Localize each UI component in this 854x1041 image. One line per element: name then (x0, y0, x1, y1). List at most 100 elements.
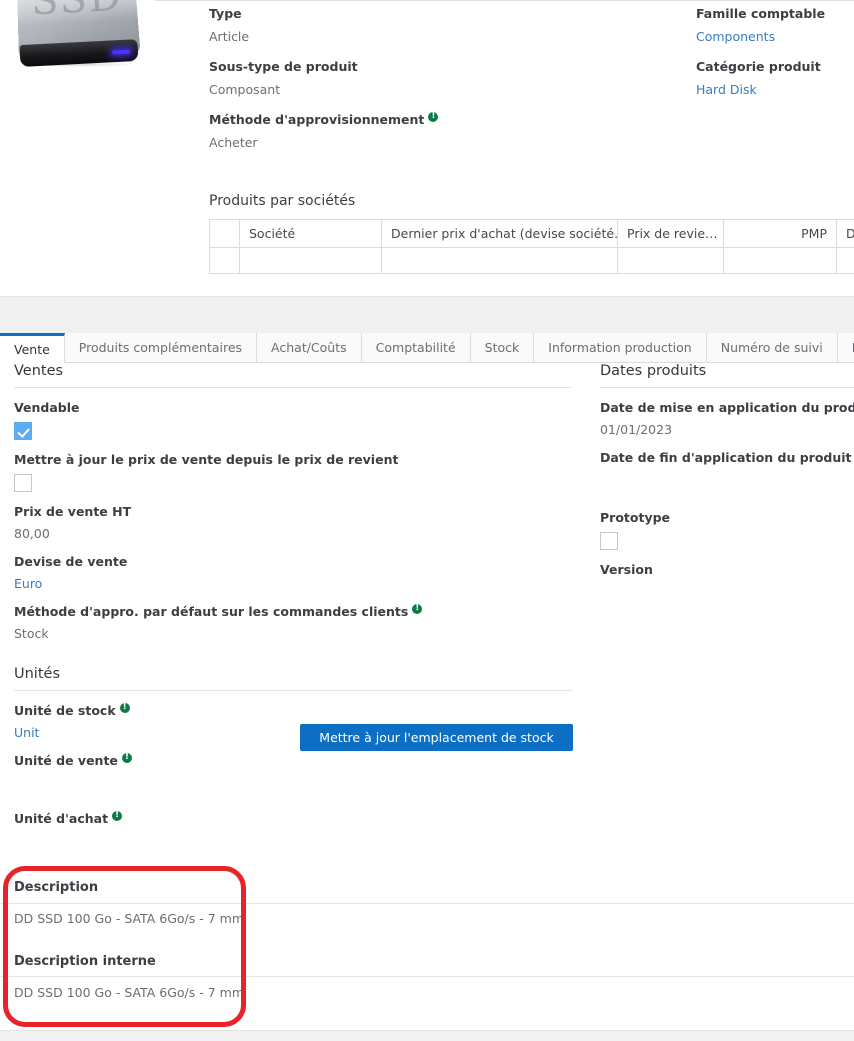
panel-column-left: Ventes Vendable Mettre à jour le prix de… (14, 363, 572, 851)
tab-produits-complementaires[interactable]: Produits complémentaires (64, 333, 258, 362)
tab-information-production[interactable]: Information production (534, 333, 707, 362)
field-start-date-value: 01/01/2023 (600, 422, 673, 437)
table-row[interactable] (209, 247, 854, 274)
vendable-checkbox[interactable] (14, 422, 32, 440)
tab-bar: Vente Produits complémentaires Achat/Coû… (0, 333, 854, 363)
tab-comptabilite[interactable]: Comptabilité (361, 333, 471, 362)
field-supply-method-value: Acheter (209, 135, 258, 150)
field-version-label: Version (600, 562, 653, 577)
info-icon[interactable] (428, 110, 439, 123)
info-icon[interactable] (412, 602, 423, 615)
tab-numero-de-suivi[interactable]: Numéro de suivi (706, 333, 838, 362)
field-supply-method-label: Méthode d'approvisionnement (209, 110, 669, 128)
companies-table: Société Dernier prix d'achat (devise soc… (209, 219, 854, 274)
description-divider (0, 903, 854, 904)
field-prototype: Prototype (600, 510, 854, 550)
table-cell (836, 247, 854, 274)
description-value[interactable]: DD SSD 100 Go - SATA 6Go/s - 7 mm (14, 911, 244, 926)
field-accounting-family-link[interactable]: Components (696, 29, 854, 45)
field-purchase-unit-label-text: Unité d'achat (14, 811, 109, 826)
footer-band (0, 1030, 854, 1041)
field-start-date-label: Date de mise en application du produit (600, 400, 854, 415)
field-sales-unit-label: Unité de vente (14, 751, 572, 769)
field-update-sale-price-label: Mettre à jour le prix de vente depuis le… (14, 452, 399, 467)
tab-achat-couts[interactable]: Achat/Coûts (257, 333, 362, 362)
section-title-unites: Unités (14, 666, 572, 691)
field-sale-price-label: Prix de vente HT (14, 504, 132, 519)
prototype-checkbox[interactable] (600, 532, 618, 550)
section-title-dates-produits: Dates produits (600, 363, 854, 388)
field-purchase-unit-label: Unité d'achat (14, 809, 572, 827)
field-default-supply-method-label: Méthode d'appro. par défaut sur les comm… (14, 602, 572, 620)
field-default-supply-method-label-text: Méthode d'appro. par défaut sur les comm… (14, 604, 409, 619)
field-type: Type Article (209, 6, 669, 45)
header-fields-primary: Type Article Sous-type de produit Compos… (209, 6, 669, 165)
update-stock-location-button[interactable]: Mettre à jour l'emplacement de stock (300, 724, 573, 751)
field-sale-price: Prix de vente HT 80,00 (14, 504, 572, 542)
update-sale-price-checkbox[interactable] (14, 474, 32, 492)
description-label: Description (14, 880, 99, 895)
field-end-date: Date de fin d'application du produit (600, 450, 854, 490)
table-cell (617, 247, 724, 274)
header-fields-secondary: Famille comptable Components Catégorie p… (696, 6, 854, 112)
info-icon[interactable] (112, 809, 123, 822)
companies-table-block: Produits par sociétés Société Dernier pr… (209, 193, 854, 274)
field-sale-currency-label: Devise de vente (14, 554, 128, 569)
top-divider (155, 0, 854, 1)
field-start-date: Date de mise en application du produit 0… (600, 400, 854, 438)
table-cell (381, 247, 618, 274)
table-col-societe[interactable]: Société (239, 219, 382, 248)
table-col-pmp[interactable]: PMP (723, 219, 837, 248)
product-form-page: SSD Type Article Sous-type de produit Co… (0, 0, 854, 1041)
internal-description-divider (0, 976, 854, 977)
table-col-dernier-prix-achat[interactable]: Dernier prix d'achat (devise société… (381, 219, 618, 248)
table-col-select[interactable] (209, 219, 240, 248)
info-icon[interactable] (119, 701, 130, 714)
table-cell (209, 247, 240, 274)
field-prototype-label: Prototype (600, 510, 671, 525)
field-default-supply-method-value: Stock (14, 626, 49, 641)
field-supply-method: Méthode d'approvisionnement Acheter (209, 110, 669, 151)
internal-description-label: Description interne (14, 954, 156, 969)
field-stock-unit-label: Unité de stock (14, 701, 572, 719)
field-purchase-unit-value (14, 833, 572, 851)
field-accounting-family: Famille comptable Components (696, 6, 854, 45)
tab-liens[interactable]: Liens (837, 333, 854, 362)
field-product-category: Catégorie produit Hard Disk (696, 59, 854, 98)
field-product-subtype: Sous-type de produit Composant (209, 59, 669, 98)
tab-stock[interactable]: Stock (470, 333, 535, 362)
table-cell (239, 247, 382, 274)
field-sale-currency: Devise de vente Euro (14, 554, 572, 592)
field-type-value: Article (209, 29, 250, 44)
ssd-image-label: SSD (17, 0, 138, 25)
field-end-date-value (600, 472, 854, 490)
field-sale-currency-link[interactable]: Euro (14, 576, 572, 592)
field-end-date-label: Date de fin d'application du produit (600, 450, 852, 465)
field-version-value (600, 584, 854, 602)
info-icon[interactable] (121, 751, 132, 764)
table-col-devise[interactable]: Dev (836, 219, 854, 248)
field-sales-unit: Unité de vente (14, 751, 572, 793)
table-col-prix-revient[interactable]: Prix de revie… (617, 219, 724, 248)
field-purchase-unit: Unité d'achat (14, 809, 572, 851)
field-default-supply-method: Méthode d'appro. par défaut sur les comm… (14, 602, 572, 642)
field-sales-unit-value (14, 775, 572, 793)
tab-vente[interactable]: Vente (0, 333, 65, 363)
internal-description-value[interactable]: DD SSD 100 Go - SATA 6Go/s - 7 mm (14, 985, 244, 1000)
field-product-subtype-label: Sous-type de produit (209, 59, 358, 74)
section-separator-band (0, 296, 854, 333)
field-product-category-link[interactable]: Hard Disk (696, 82, 854, 98)
field-update-sale-price: Mettre à jour le prix de vente depuis le… (14, 452, 572, 492)
field-vendable: Vendable (14, 400, 572, 440)
field-supply-method-label-text: Méthode d'approvisionnement (209, 112, 425, 127)
field-sales-unit-label-text: Unité de vente (14, 753, 118, 768)
field-product-category-label: Catégorie produit (696, 59, 821, 74)
field-version: Version (600, 562, 854, 602)
table-header-row: Société Dernier prix d'achat (devise soc… (209, 219, 854, 248)
field-product-subtype-value: Composant (209, 82, 281, 97)
section-title-ventes: Ventes (14, 363, 572, 388)
field-stock-unit-label-text: Unité de stock (14, 703, 116, 718)
field-sale-price-value: 80,00 (14, 526, 50, 541)
product-image-ssd: SSD (14, 0, 144, 84)
companies-table-title: Produits par sociétés (209, 193, 356, 209)
